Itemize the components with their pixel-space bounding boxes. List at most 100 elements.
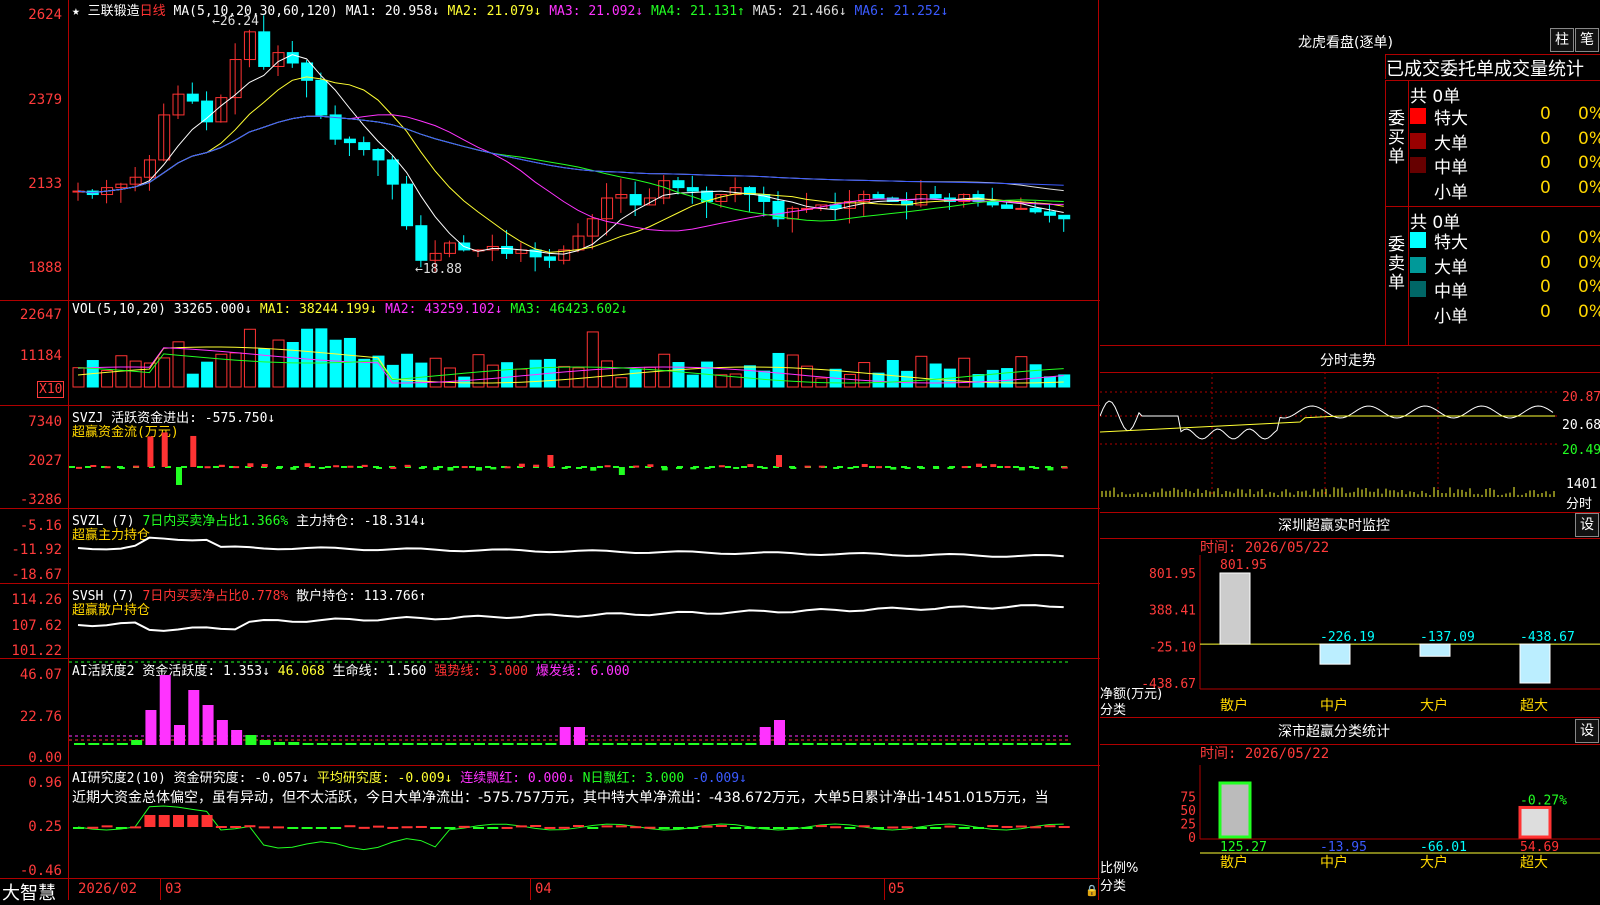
- ai-research-bar: [487, 827, 499, 829]
- svzj-bar: [890, 467, 897, 470]
- tick-view-button[interactable]: 笔: [1575, 28, 1599, 52]
- candle-body: [329, 114, 342, 140]
- monitor-tick: 388.41: [1149, 604, 1196, 619]
- ai-research-bar: [230, 825, 242, 828]
- stats-title: 深市超赢分类统计: [1278, 724, 1390, 740]
- volume-bar: [72, 367, 85, 388]
- ai-active-bar: [88, 743, 100, 745]
- bar-view-button[interactable]: 柱: [1550, 28, 1574, 52]
- ai-active-bar: [545, 743, 557, 745]
- svzj-bar: [904, 467, 911, 469]
- svzl-tick: -5.16: [19, 518, 62, 534]
- ai-active-bar: [802, 743, 814, 745]
- date-tick: 03: [165, 881, 182, 897]
- ai-active-chart[interactable]: [69, 660, 1098, 765]
- ai-research-bar: [530, 825, 542, 828]
- svzj-bar: [318, 467, 325, 469]
- svsh-line: [77, 604, 1064, 632]
- buy-pct: 0%: [1578, 153, 1600, 173]
- brand-label: 大智慧: [2, 883, 56, 904]
- candle-body: [258, 31, 271, 67]
- ai-research-bar: [715, 825, 727, 828]
- sell-group-label: 委卖单: [1388, 235, 1405, 293]
- ai-research-bar: [930, 827, 942, 829]
- ai-research-bar: [973, 827, 984, 829]
- volume-bar: [386, 364, 399, 388]
- svzj-bar: [676, 467, 682, 469]
- ai-research-v5: -0.009↓: [692, 771, 747, 786]
- candlestick-chart[interactable]: [69, 14, 1098, 300]
- ai-research-bar: [587, 827, 599, 829]
- ai-research-bar: [258, 826, 270, 829]
- intraday-chart[interactable]: [1100, 372, 1600, 510]
- volume-bar: [529, 359, 542, 388]
- sell-pct: 0%: [1578, 301, 1600, 322]
- stats-tick: 0: [1188, 831, 1196, 846]
- monitor-bar-chart[interactable]: 801.95 388.41 -25.10 -438.67 801.95 散户 -226.19…: [1100, 555, 1600, 715]
- lock-icon[interactable]: 🔒: [1085, 884, 1099, 897]
- candle-body: [872, 194, 885, 199]
- volume-bar: [501, 362, 514, 388]
- retail-chart[interactable]: [69, 585, 1098, 658]
- svzj-bar: [761, 467, 768, 469]
- ai-research-bar: [887, 826, 899, 829]
- ai-research-bar: [558, 826, 570, 829]
- ai-research-bar: [87, 826, 99, 829]
- ai-active-bar: [631, 743, 643, 745]
- ai-research-bar: [501, 826, 513, 829]
- volume-bar: [786, 354, 799, 388]
- candle-body: [1015, 207, 1028, 210]
- ai-active-bar: [531, 743, 543, 745]
- ai-active-bar: [216, 720, 228, 745]
- candle-body: [629, 194, 642, 206]
- main-force-chart[interactable]: [69, 510, 1098, 583]
- candle-body: [1029, 207, 1042, 213]
- svzj-bar: [661, 467, 668, 471]
- svzj-bar: [76, 466, 82, 469]
- ai-active-bar: [274, 742, 285, 745]
- svzj-bar: [104, 466, 111, 469]
- svzj-bar: [218, 464, 225, 467]
- ai-research-bar: [844, 827, 856, 829]
- svzj-bar: [518, 463, 525, 467]
- svzj-bar: [547, 455, 554, 467]
- monitor-settings-button[interactable]: 设: [1575, 513, 1599, 537]
- ai-active-bar: [602, 743, 614, 745]
- ai-research-bar: [873, 827, 884, 829]
- monitor-bar: [1319, 643, 1351, 665]
- volume-bar: [615, 377, 628, 388]
- ai-research-bar: [830, 826, 842, 829]
- svzj-bar: [618, 467, 625, 475]
- candle-body: [986, 200, 999, 206]
- ai-active-bar: [688, 743, 700, 745]
- volume-bar: [443, 367, 456, 388]
- svzj-bar: [1018, 467, 1025, 471]
- svzj-bar: [833, 467, 840, 469]
- stats-ylabel: 比例%: [1100, 861, 1139, 876]
- ai-research-chart[interactable]: [69, 805, 1098, 878]
- volume-bar: [1029, 364, 1042, 388]
- ai-research-bar: [573, 825, 584, 828]
- ai-research-bar: [401, 826, 413, 829]
- volume-chart[interactable]: [69, 315, 1098, 405]
- ai-active-bar: [745, 743, 757, 745]
- ai-active-tick: 22.76: [19, 709, 62, 725]
- ai-research-bar: [144, 815, 156, 827]
- svzj-bar: [476, 467, 482, 471]
- ai-research-bar: [1044, 825, 1056, 828]
- fund-flow-chart[interactable]: [69, 420, 1098, 508]
- ai-research-label: AI研究度2(10): [72, 771, 166, 786]
- svzj-bar: [176, 467, 182, 485]
- svzj-bar: [133, 465, 140, 468]
- svzj-bar: [1061, 466, 1068, 469]
- main-chart-area[interactable]: ★ 三联锻造日线 MA(5,10,20,30,60,120) MA1: 20.9…: [0, 0, 1100, 904]
- sell-label: 大单: [1434, 257, 1468, 278]
- stats-settings-button[interactable]: 设: [1575, 719, 1599, 743]
- sell-pct: 0%: [1578, 252, 1600, 273]
- monitor-category: 超大: [1520, 698, 1548, 714]
- ai-research-bar: [273, 826, 284, 829]
- stats-bar-chart[interactable]: 7550250125.27散户-13.95中户-66.01大户54.69超大-0…: [1100, 765, 1600, 900]
- ai-research-tick: 0.25: [28, 819, 62, 835]
- svzj-bar: [261, 464, 268, 467]
- intraday-price-line: [1100, 400, 1554, 440]
